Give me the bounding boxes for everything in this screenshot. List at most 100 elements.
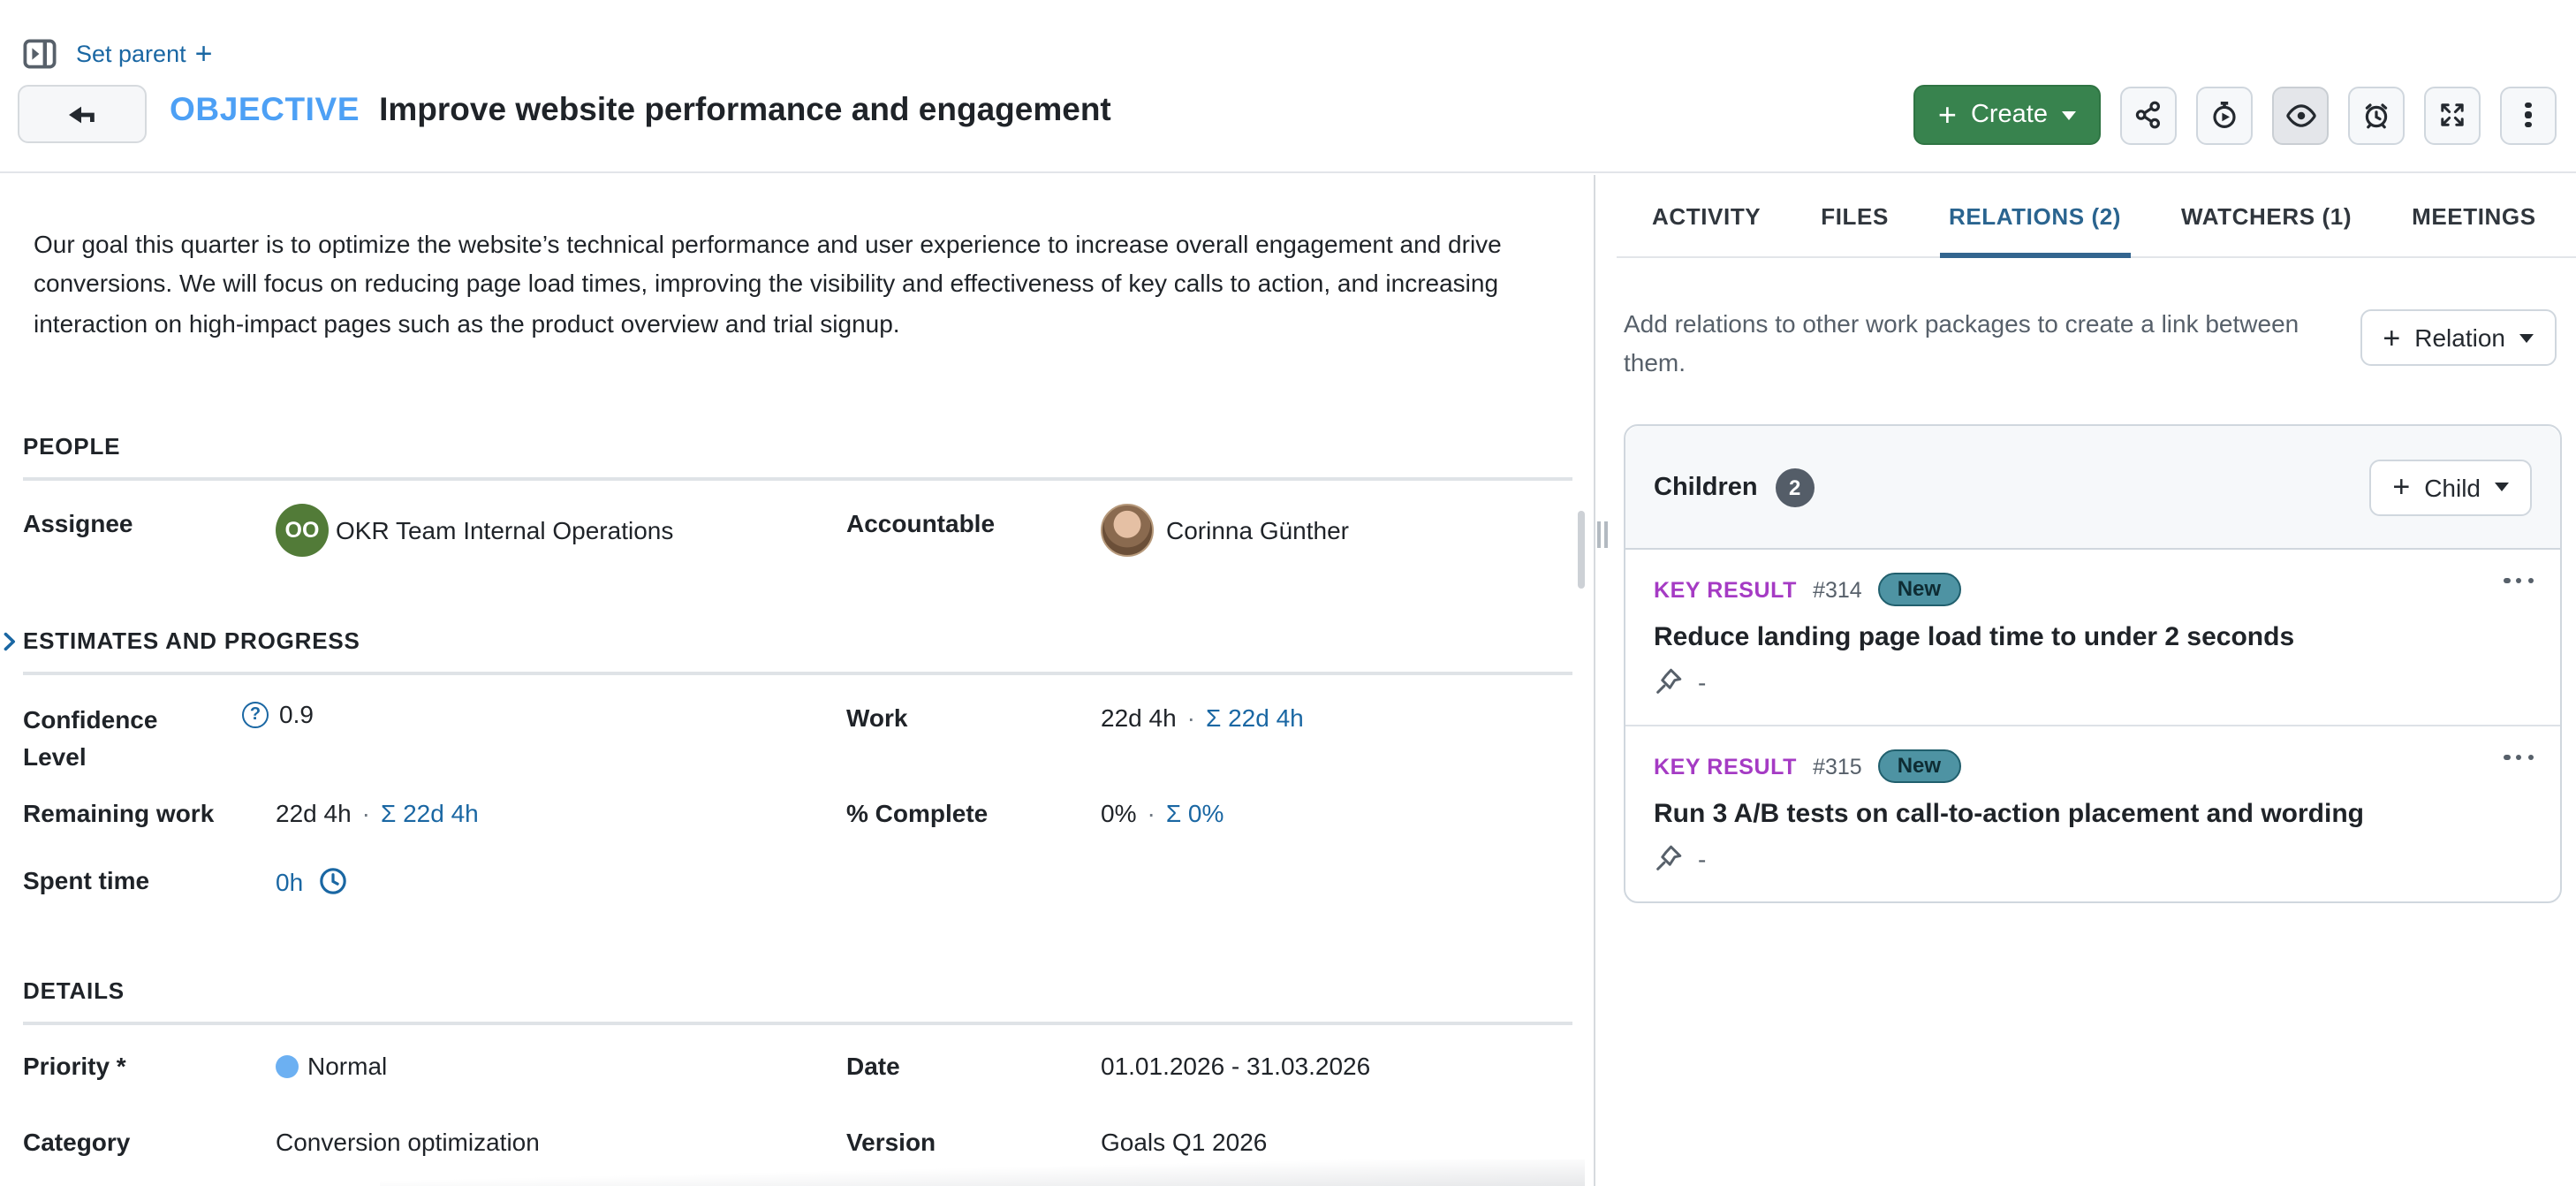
reminder-button[interactable] (2348, 86, 2405, 144)
collapse-chevron-icon[interactable] (2, 629, 18, 661)
kebab-menu-icon (2526, 102, 2531, 127)
accountable-value[interactable]: Corinna Günther (1101, 504, 1349, 557)
clock-icon[interactable] (317, 866, 347, 896)
back-arrow-icon (67, 103, 97, 125)
status-badge[interactable]: New (1878, 573, 1960, 606)
dot-separator: · (1187, 703, 1195, 732)
sidebar-toggle-icon[interactable] (23, 39, 57, 69)
remaining-work-label: Remaining work (23, 799, 214, 827)
tab-meetings[interactable]: MEETINGS (2412, 175, 2536, 256)
chevron-down-icon (2519, 333, 2534, 342)
panel-splitter[interactable] (1594, 175, 1595, 1186)
child-title[interactable]: Run 3 A/B tests on call-to-action placem… (1654, 799, 2532, 829)
children-card-header: Children 2 + Child (1625, 426, 2560, 550)
create-button-label: Create (1971, 101, 2048, 129)
splitter-handle-icon[interactable] (1597, 521, 1608, 548)
confidence-number: 0.9 (279, 700, 314, 728)
set-parent-link[interactable]: Set parent + (76, 41, 212, 67)
add-relation-button[interactable]: + Relation (2360, 309, 2557, 366)
spent-time-value[interactable]: 0h (276, 866, 347, 896)
spent-time-label: Spent time (23, 866, 149, 894)
work-package-id[interactable]: #314 (1813, 577, 1862, 602)
start-timer-button[interactable] (2196, 86, 2253, 144)
priority-value[interactable]: Normal (276, 1052, 387, 1080)
share-icon (2134, 101, 2163, 129)
fullscreen-button[interactable] (2424, 86, 2481, 144)
percent-complete-label: % Complete (846, 799, 988, 827)
page-header: Set parent + OBJECTIVE Improve website pe… (0, 0, 2576, 173)
work-package-type: KEY RESULT (1654, 577, 1797, 602)
more-options-button[interactable] (2500, 86, 2557, 144)
category-label: Category (23, 1128, 130, 1156)
confidence-level-label: Confidence Level (23, 702, 191, 776)
work-package-type: OBJECTIVE (170, 90, 360, 127)
complete-sum-link[interactable]: Σ 0% (1166, 799, 1224, 827)
confidence-level-value[interactable]: ? 0.9 (242, 700, 314, 728)
tab-files[interactable]: FILES (1821, 175, 1889, 256)
children-count-badge: 2 (1776, 468, 1815, 506)
work-value[interactable]: 22d 4h · Σ 22d 4h (1101, 703, 1304, 732)
plus-icon: + (2392, 475, 2410, 498)
remaining-work-value[interactable]: 22d 4h · Σ 22d 4h (276, 799, 479, 827)
share-button[interactable] (2120, 86, 2177, 144)
tab-watchers[interactable]: WATCHERS (1) (2181, 175, 2352, 256)
tab-activity[interactable]: ACTIVITY (1652, 175, 1761, 256)
chevron-down-icon (2062, 110, 2076, 119)
status-badge[interactable]: New (1878, 749, 1960, 783)
estimates-section-heading: ESTIMATES AND PROGRESS (23, 627, 360, 654)
category-value[interactable]: Conversion optimization (276, 1128, 540, 1156)
watch-button[interactable] (2272, 86, 2329, 144)
priority-label: Priority * (23, 1052, 126, 1080)
assignee-avatar: OO (276, 504, 329, 557)
scroll-fade (380, 1159, 1585, 1186)
plus-icon: + (1938, 103, 1957, 127)
add-child-button[interactable]: + Child (2369, 459, 2532, 515)
breadcrumb: Set parent + (23, 39, 212, 69)
item-meta: KEY RESULT #314 New (1654, 573, 2532, 606)
page-title: Improve website performance and engageme… (379, 90, 1111, 127)
child-dates[interactable]: - (1654, 666, 2532, 696)
description-text[interactable]: Our goal this quarter is to optimize the… (34, 224, 1567, 343)
watch-eye-icon (2285, 100, 2315, 130)
child-work-package-row[interactable]: KEY RESULT #315 New Run 3 A/B tests on c… (1625, 725, 2560, 901)
children-title: Children (1654, 473, 1758, 501)
tab-relations[interactable]: RELATIONS (2) (1949, 175, 2121, 256)
version-value[interactable]: Goals Q1 2026 (1101, 1128, 1267, 1156)
work-sum-link[interactable]: Σ 22d 4h (1206, 703, 1304, 732)
work-package-title: OBJECTIVE Improve website performance and… (170, 90, 1111, 129)
item-more-options-button[interactable] (2504, 755, 2534, 760)
left-panel-scrollbar[interactable] (1578, 511, 1585, 589)
left-panel: Our goal this quarter is to optimize the… (0, 175, 1585, 1186)
date-value[interactable]: 01.01.2026 - 31.03.2026 (1101, 1052, 1370, 1080)
create-button[interactable]: + Create (1913, 85, 2101, 145)
assignee-value[interactable]: OO OKR Team Internal Operations (276, 504, 673, 557)
percent-complete-value[interactable]: 0% · Σ 0% (1101, 799, 1224, 827)
section-divider (23, 1022, 1572, 1025)
right-panel: ACTIVITY FILES RELATIONS (2) WATCHERS (1… (1617, 175, 2576, 1186)
alarm-clock-icon (2362, 101, 2390, 129)
item-more-options-button[interactable] (2504, 578, 2534, 583)
work-package-id[interactable]: #315 (1813, 754, 1862, 779)
help-icon[interactable]: ? (242, 701, 269, 727)
assignee-label: Assignee (23, 509, 133, 537)
child-dates[interactable]: - (1654, 843, 2532, 873)
priority-dot-icon (276, 1054, 299, 1077)
remaining-sum-link[interactable]: Σ 22d 4h (381, 799, 479, 827)
work-package-type: KEY RESULT (1654, 754, 1797, 779)
section-divider (23, 672, 1572, 675)
accountable-avatar (1101, 504, 1154, 557)
detail-tabs: ACTIVITY FILES RELATIONS (2) WATCHERS (1… (1617, 175, 2576, 258)
child-work-package-row[interactable]: KEY RESULT #314 New Reduce landing page … (1625, 550, 2560, 725)
version-text: Goals Q1 2026 (1101, 1128, 1267, 1156)
back-button[interactable] (18, 85, 147, 143)
child-title[interactable]: Reduce landing page load time to under 2… (1654, 622, 2532, 652)
date-label: Date (846, 1052, 900, 1080)
child-button-label: Child (2424, 473, 2481, 501)
accountable-label: Accountable (846, 509, 995, 537)
spent-time-link[interactable]: 0h (276, 867, 303, 895)
work-label: Work (846, 703, 908, 732)
section-divider (23, 477, 1572, 481)
work-number: 22d 4h (1101, 703, 1177, 732)
chevron-down-icon (2495, 483, 2509, 491)
assignee-name: OKR Team Internal Operations (336, 516, 673, 544)
